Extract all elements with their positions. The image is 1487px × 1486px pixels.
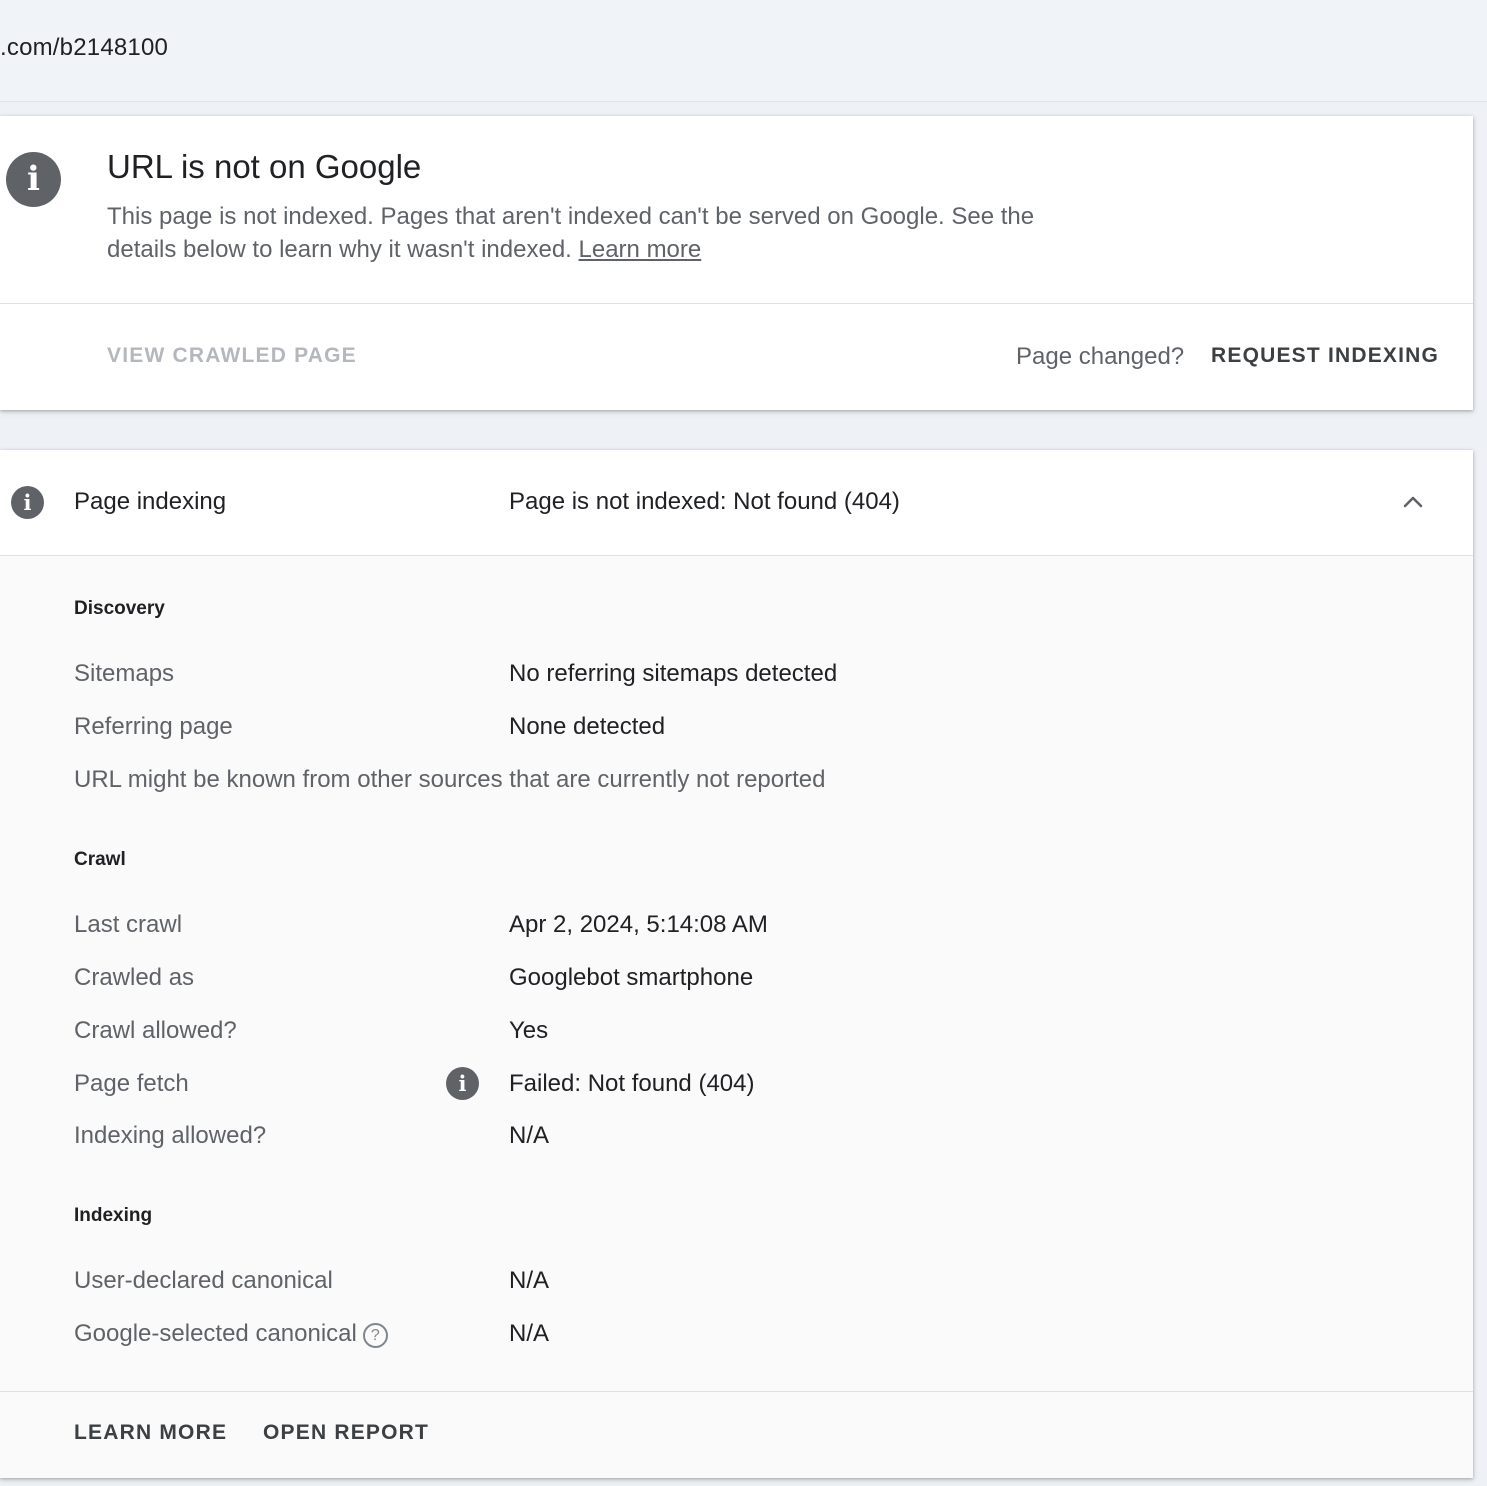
- row-value-referring-page: None detected: [509, 713, 666, 740]
- section-title-indexing: Indexing: [74, 1205, 153, 1226]
- info-icon: i: [6, 152, 61, 207]
- divider: [0, 303, 1473, 304]
- status-description-text: This page is not indexed. Pages that are…: [107, 203, 1035, 263]
- status-title: URL is not on Google: [107, 148, 422, 185]
- view-crawled-page-button[interactable]: VIEW CRAWLED PAGE: [107, 344, 357, 368]
- divider: [0, 1391, 1473, 1392]
- row-value-crawled-as: Googlebot smartphone: [509, 964, 754, 991]
- row-label-page-fetch: Page fetch: [74, 1070, 189, 1097]
- row-label-google-selected-canonical: Google-selected canonical?: [74, 1320, 388, 1348]
- chevron-up-icon[interactable]: [1401, 490, 1425, 514]
- row-value-google-selected-canonical: N/A: [509, 1320, 550, 1347]
- open-report-button[interactable]: OPEN REPORT: [263, 1421, 429, 1445]
- row-value-sitemaps: No referring sitemaps detected: [509, 660, 838, 687]
- discovery-note: URL might be known from other sources th…: [74, 766, 826, 793]
- row-value-user-declared-canonical: N/A: [509, 1267, 550, 1294]
- row-value-last-crawl: Apr 2, 2024, 5:14:08 AM: [509, 911, 768, 938]
- request-indexing-button[interactable]: REQUEST INDEXING: [1211, 344, 1439, 368]
- url-bar: .com/b2148100: [0, 0, 1487, 102]
- google-selected-canonical-label: Google-selected canonical: [74, 1320, 357, 1347]
- row-value-page-fetch: Failed: Not found (404): [509, 1070, 755, 1097]
- row-label-crawl-allowed: Crawl allowed?: [74, 1017, 237, 1044]
- page-changed-text: Page changed?: [1016, 343, 1185, 370]
- section-title-discovery: Discovery: [74, 598, 165, 619]
- page-indexing-status: Page is not indexed: Not found (404): [509, 488, 900, 515]
- help-icon[interactable]: ?: [362, 1323, 388, 1348]
- row-label-last-crawl: Last crawl: [74, 911, 183, 938]
- row-label-indexing-allowed: Indexing allowed?: [74, 1122, 267, 1149]
- status-description: This page is not indexed. Pages that are…: [107, 200, 1097, 266]
- section-title-crawl: Crawl: [74, 849, 126, 870]
- row-label-referring-page: Referring page: [74, 713, 233, 740]
- page-indexing-label: Page indexing: [74, 488, 227, 515]
- row-label-user-declared-canonical: User-declared canonical: [74, 1267, 333, 1294]
- info-icon: i: [11, 486, 44, 519]
- learn-more-link[interactable]: Learn more: [579, 236, 702, 263]
- inspected-url[interactable]: .com/b2148100: [0, 34, 168, 62]
- row-value-indexing-allowed: N/A: [509, 1122, 550, 1149]
- row-label-sitemaps: Sitemaps: [74, 660, 175, 687]
- row-value-crawl-allowed: Yes: [509, 1017, 549, 1044]
- info-icon[interactable]: i: [446, 1067, 479, 1100]
- learn-more-button[interactable]: LEARN MORE: [74, 1421, 227, 1445]
- row-label-crawled-as: Crawled as: [74, 964, 195, 991]
